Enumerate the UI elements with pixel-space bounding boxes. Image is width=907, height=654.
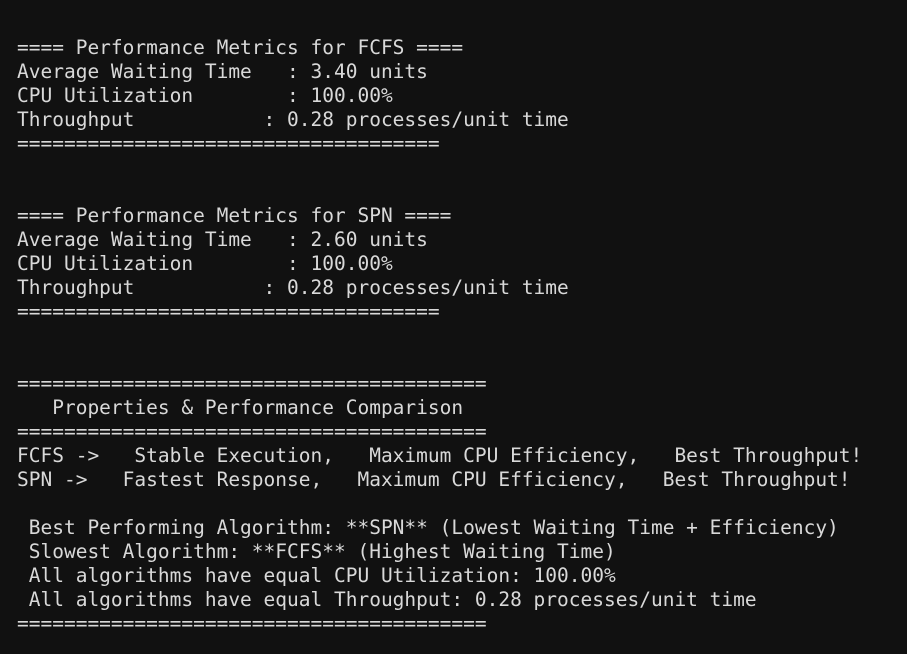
fcfs-cpu-utilization: CPU Utilization : 100.00% bbox=[17, 84, 393, 107]
spn-metrics-header: ==== Performance Metrics for SPN ==== bbox=[17, 204, 452, 227]
spn-cpu-utilization: CPU Utilization : 100.00% bbox=[17, 252, 393, 275]
spn-average-waiting-time: Average Waiting Time : 2.60 units bbox=[17, 228, 428, 251]
comparison-top-separator: ======================================== bbox=[17, 372, 487, 395]
terminal-output[interactable]: ==== Performance Metrics for FCFS ==== A… bbox=[0, 0, 907, 654]
spn-throughput: Throughput : 0.28 processes/unit time bbox=[17, 276, 569, 299]
fcfs-separator: ==================================== bbox=[17, 132, 440, 155]
slowest-algorithm-summary: Slowest Algorithm: **FCFS** (Highest Wai… bbox=[17, 540, 616, 563]
fcfs-metrics-header: ==== Performance Metrics for FCFS ==== bbox=[17, 36, 464, 59]
fcfs-average-waiting-time: Average Waiting Time : 3.40 units bbox=[17, 60, 428, 83]
comparison-bottom-separator: ======================================== bbox=[17, 612, 487, 635]
comparison-mid-separator: ======================================== bbox=[17, 420, 487, 443]
throughput-summary: All algorithms have equal Throughput: 0.… bbox=[17, 588, 757, 611]
fcfs-properties: FCFS -> Stable Execution, Maximum CPU Ef… bbox=[17, 444, 863, 467]
comparison-title: Properties & Performance Comparison bbox=[17, 396, 464, 419]
fcfs-throughput: Throughput : 0.28 processes/unit time bbox=[17, 108, 569, 131]
spn-properties: SPN -> Fastest Response, Maximum CPU Eff… bbox=[17, 468, 851, 491]
spn-separator: ==================================== bbox=[17, 300, 440, 323]
cpu-utilization-summary: All algorithms have equal CPU Utilizatio… bbox=[17, 564, 616, 587]
best-algorithm-summary: Best Performing Algorithm: **SPN** (Lowe… bbox=[17, 516, 839, 539]
